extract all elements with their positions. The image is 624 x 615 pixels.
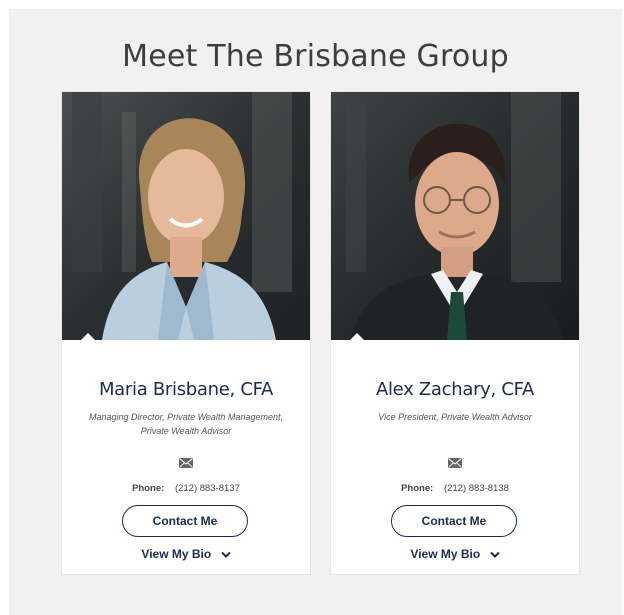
phone-label: Phone: [401, 483, 434, 494]
photo-notch [349, 333, 365, 340]
phone-number[interactable]: (212) 883-8137 [175, 483, 240, 494]
team-card-alex: Alex Zachary, CFA Vice President, Privat… [331, 92, 579, 574]
team-section: Meet The Brisbane Group Maria Brisbane, … [9, 9, 622, 615]
member-title: Vice President, Private Wealth Advisor [378, 412, 532, 422]
phone-number[interactable]: (212) 883-8138 [444, 483, 509, 494]
phone-line: Phone: (212) 883-8137 [62, 483, 310, 494]
view-bio-label: View My Bio [141, 547, 212, 561]
chevron-down-icon [489, 551, 500, 558]
member-name: Alex Zachary, CFA [375, 379, 535, 400]
member-title: Managing Director, Private Wealth Manage… [89, 412, 283, 436]
envelope-icon[interactable] [448, 458, 462, 468]
photo-notch [80, 333, 96, 340]
member-name: Maria Brisbane, CFA [98, 379, 274, 400]
envelope-icon[interactable] [179, 458, 193, 468]
phone-label: Phone: [132, 483, 165, 494]
contact-me-button[interactable]: Contact Me [122, 505, 248, 537]
phone-line: Phone: (212) 883-8138 [331, 483, 579, 494]
team-card-maria: Maria Brisbane, CFA Managing Director, P… [62, 92, 310, 574]
view-bio-label: View My Bio [410, 547, 481, 561]
view-bio-link[interactable]: View My Bio [331, 547, 579, 561]
view-bio-link[interactable]: View My Bio [62, 547, 310, 561]
headshot-photo [62, 92, 310, 340]
headshot-photo [331, 92, 579, 340]
chevron-down-icon [220, 551, 231, 558]
contact-me-button[interactable]: Contact Me [391, 505, 517, 537]
section-heading: Meet The Brisbane Group [122, 39, 509, 74]
